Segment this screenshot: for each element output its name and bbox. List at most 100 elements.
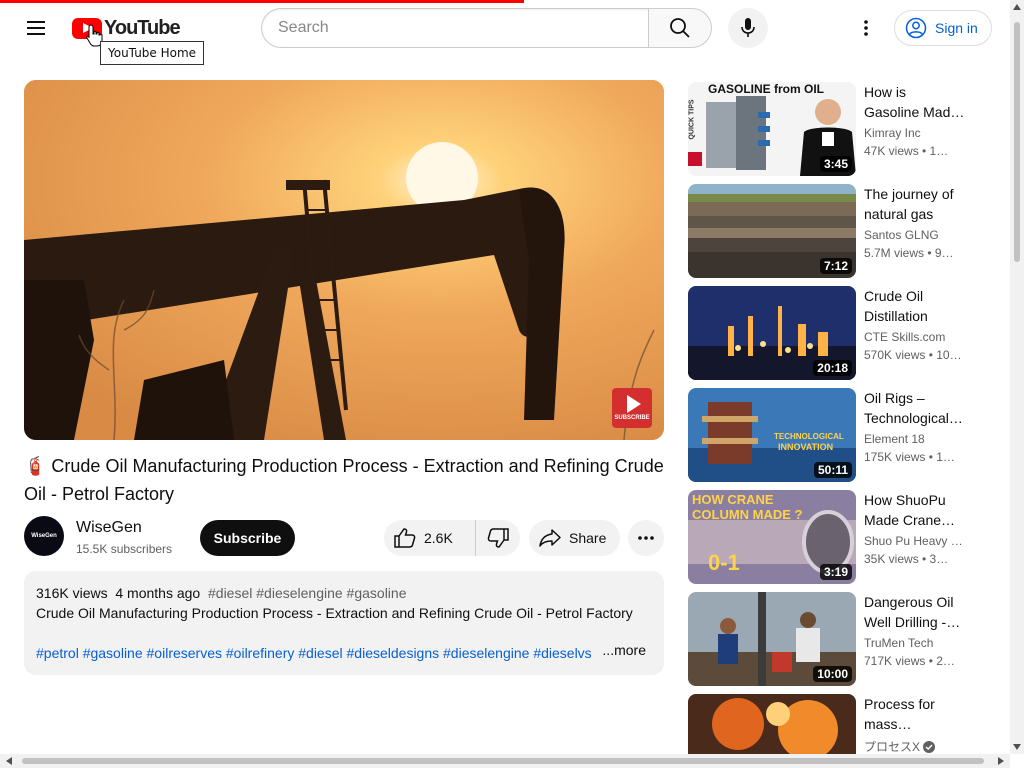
related-video-item[interactable]: 10:00 Dangerous Oil Well Drilling -… TruM… bbox=[688, 592, 988, 686]
related-video-title[interactable]: How is Gasoline Mad… bbox=[864, 82, 968, 122]
video-player[interactable]: SUBSCRIBE bbox=[24, 80, 664, 440]
subscriber-count: 15.5K subscribers bbox=[76, 542, 173, 556]
related-video-item[interactable]: 7:12 The journey of natural gas Santos GL… bbox=[688, 184, 988, 278]
sign-in-label: Sign in bbox=[935, 20, 978, 36]
like-dislike-group: 2.6K bbox=[384, 520, 520, 556]
microphone-icon bbox=[741, 18, 755, 37]
search-button[interactable] bbox=[648, 8, 712, 48]
video-frame-pumpjack bbox=[24, 80, 664, 440]
video-thumbnail[interactable]: 7:12 bbox=[688, 184, 856, 278]
related-video-item[interactable]: 0-1 HOW CRANE COLUMN MADE ? 3:19 How Shu… bbox=[688, 490, 988, 584]
share-button[interactable]: Share bbox=[529, 520, 620, 556]
related-video-title[interactable]: Crude Oil Distillation bbox=[864, 286, 968, 326]
description-hashtags[interactable]: #petrol #gasoline #oilreserves #oilrefin… bbox=[36, 643, 596, 663]
thumbnail-caption: INNOVATION bbox=[778, 442, 834, 452]
search-icon bbox=[670, 18, 690, 38]
verified-badge-icon bbox=[923, 741, 936, 753]
top-hashtags[interactable]: #diesel #dieselengine #gasoline bbox=[208, 585, 407, 601]
thumbs-down-icon bbox=[487, 528, 509, 548]
related-channel-name[interactable]: Element 18 bbox=[864, 432, 968, 446]
owner-row: WiseGen WiseGen 15.5K subscribers Subscr… bbox=[24, 516, 664, 558]
scroll-left-arrow-icon[interactable] bbox=[6, 757, 12, 765]
vertical-dots-icon bbox=[864, 20, 868, 36]
like-count: 2.6K bbox=[424, 530, 453, 546]
guide-menu-button[interactable] bbox=[16, 8, 56, 48]
hamburger-icon bbox=[27, 21, 45, 35]
horizontal-scroll-thumb[interactable] bbox=[22, 758, 984, 764]
related-channel-name[interactable]: プロセスX bbox=[864, 738, 968, 755]
dislike-button[interactable] bbox=[476, 528, 520, 548]
related-channel-name[interactable]: Santos GLNG bbox=[864, 228, 968, 242]
share-label: Share bbox=[569, 530, 607, 546]
related-video-title[interactable]: Process for mass… bbox=[864, 694, 968, 734]
view-count: 316K views bbox=[36, 585, 108, 601]
related-channel-name[interactable]: TruMen Tech bbox=[864, 636, 968, 650]
related-video-item[interactable]: GASOLINE from OIL QUICK TIPS 3:45 How is… bbox=[688, 82, 988, 176]
related-video-title[interactable]: How ShuoPu Made Crane… bbox=[864, 490, 968, 530]
video-title: 🧯 Crude Oil Manufacturing Production Pro… bbox=[24, 456, 664, 504]
description-box[interactable]: 316K views 4 months ago #diesel #diesele… bbox=[24, 571, 664, 675]
upload-age: 4 months ago bbox=[115, 585, 201, 601]
related-video-title[interactable]: Dangerous Oil Well Drilling -… bbox=[864, 592, 968, 632]
show-more-link[interactable]: ...more bbox=[598, 640, 646, 660]
thumbnail-caption: GASOLINE from OIL bbox=[708, 82, 825, 96]
svg-text:0-1: 0-1 bbox=[708, 550, 740, 575]
search-input[interactable] bbox=[278, 19, 649, 37]
logo-tooltip: YouTube Home bbox=[100, 41, 205, 65]
related-channel-name[interactable]: Kimray Inc bbox=[864, 126, 968, 140]
thumbnail-caption: TECHNOLOGICAL bbox=[774, 432, 844, 441]
related-video-stats: 717K views • 2… bbox=[864, 654, 955, 668]
voice-search-button[interactable] bbox=[728, 8, 768, 48]
settings-more-button[interactable] bbox=[846, 8, 886, 48]
video-thumbnail[interactable]: TECHNOLOGICAL INNOVATION 50:11 bbox=[688, 388, 856, 482]
subscribe-watermark[interactable]: SUBSCRIBE bbox=[612, 388, 652, 428]
video-thumbnail[interactable] bbox=[688, 694, 856, 754]
vertical-scrollbar[interactable] bbox=[1010, 0, 1024, 754]
more-actions-button[interactable] bbox=[628, 520, 664, 556]
video-thumbnail[interactable]: GASOLINE from OIL QUICK TIPS 3:45 bbox=[688, 82, 856, 176]
video-duration: 50:11 bbox=[813, 462, 852, 478]
account-icon bbox=[905, 17, 927, 39]
related-channel-name[interactable]: Shuo Pu Heavy F… bbox=[864, 534, 968, 548]
related-video-stats: 570K views • 10… bbox=[864, 348, 962, 362]
related-video-stats: 5.7M views • 9… bbox=[864, 246, 954, 260]
video-thumbnail[interactable]: 10:00 bbox=[688, 592, 856, 686]
video-thumbnail[interactable]: 20:18 bbox=[688, 286, 856, 380]
video-duration: 10:00 bbox=[813, 666, 852, 682]
thumbnail-molten-metal-image bbox=[688, 694, 856, 754]
related-channel-name[interactable]: CTE Skills.com bbox=[864, 330, 968, 344]
logo-text: YouTube bbox=[104, 16, 181, 39]
like-button[interactable]: 2.6K bbox=[384, 520, 476, 556]
video-duration: 20:18 bbox=[813, 360, 852, 376]
vertical-scroll-thumb[interactable] bbox=[1014, 22, 1020, 262]
scroll-right-arrow-icon[interactable] bbox=[998, 757, 1004, 765]
channel-avatar[interactable]: WiseGen bbox=[24, 516, 64, 556]
sign-in-button[interactable]: Sign in bbox=[894, 10, 992, 46]
related-video-item[interactable]: Process for mass… プロセスX bbox=[688, 694, 988, 754]
related-video-title[interactable]: The journey of natural gas bbox=[864, 184, 968, 224]
thumbs-up-icon bbox=[394, 528, 416, 548]
related-video-title[interactable]: Oil Rigs – Technological… bbox=[864, 388, 968, 428]
related-video-item[interactable]: TECHNOLOGICAL INNOVATION 50:11 Oil Rigs … bbox=[688, 388, 988, 482]
horizontal-scrollbar[interactable] bbox=[0, 754, 1010, 768]
related-video-stats: 175K views • 1… bbox=[864, 450, 955, 464]
video-thumbnail[interactable]: 0-1 HOW CRANE COLUMN MADE ? 3:19 bbox=[688, 490, 856, 584]
share-icon bbox=[539, 529, 561, 547]
play-icon bbox=[627, 395, 641, 413]
related-video-item[interactable]: 20:18 Crude Oil Distillation CTE Skills.c… bbox=[688, 286, 988, 380]
scroll-down-arrow-icon[interactable] bbox=[1013, 744, 1021, 750]
video-duration: 7:12 bbox=[819, 258, 852, 274]
description-meta: 316K views 4 months ago #diesel #diesele… bbox=[36, 583, 652, 603]
thumbnail-caption: HOW CRANE COLUMN MADE ? bbox=[692, 492, 803, 522]
avatar-text: WiseGen bbox=[31, 533, 57, 539]
subscribe-button[interactable]: Subscribe bbox=[200, 520, 295, 556]
thumbnail-side-caption: QUICK TIPS bbox=[688, 99, 696, 140]
scroll-up-arrow-icon[interactable] bbox=[1013, 4, 1021, 10]
horizontal-dots-icon bbox=[638, 536, 654, 540]
watermark-label: SUBSCRIBE bbox=[614, 415, 650, 421]
video-duration: 3:19 bbox=[819, 564, 852, 580]
search-box bbox=[261, 8, 649, 48]
masthead: YouTube YouTube Home Sign in bbox=[0, 0, 1010, 65]
video-duration: 3:45 bbox=[819, 156, 852, 172]
channel-name[interactable]: WiseGen bbox=[76, 519, 142, 537]
